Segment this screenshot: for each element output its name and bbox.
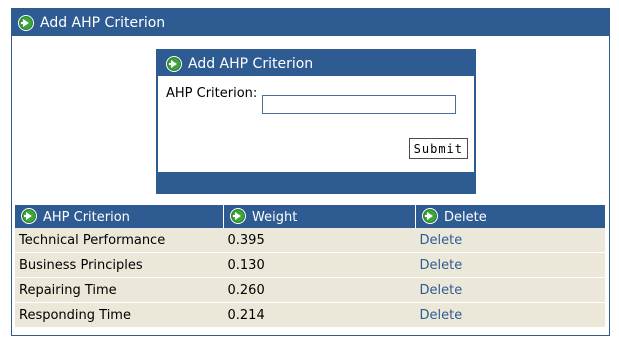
panel-header: Add AHP Criterion bbox=[12, 9, 609, 36]
add-criterion-form: Add AHP Criterion AHP Criterion: Submit bbox=[156, 49, 476, 194]
table-row: Responding Time 0.214 Delete bbox=[15, 302, 605, 328]
delete-link[interactable]: Delete bbox=[420, 308, 463, 323]
green-arrow-icon bbox=[166, 55, 182, 72]
table-row: Technical Performance 0.395 Delete bbox=[15, 228, 605, 253]
table-row: Repairing Time 0.260 Delete bbox=[15, 277, 605, 303]
green-arrow-icon bbox=[422, 208, 438, 224]
submit-button[interactable]: Submit bbox=[408, 138, 468, 159]
criterion-cell: Business Principles bbox=[15, 252, 224, 278]
weight-cell: 0.260 bbox=[223, 277, 416, 303]
column-header-weight: Weight bbox=[223, 205, 416, 228]
table-header-row: AHP Criterion Weight Delete bbox=[15, 205, 605, 228]
criterion-cell: Repairing Time bbox=[15, 277, 224, 303]
weight-cell: 0.214 bbox=[223, 302, 416, 328]
weight-cell: 0.395 bbox=[223, 228, 416, 253]
delete-link[interactable]: Delete bbox=[420, 258, 463, 273]
criterion-input[interactable] bbox=[262, 95, 456, 114]
delete-link[interactable]: Delete bbox=[420, 233, 463, 248]
table-row: Business Principles 0.130 Delete bbox=[15, 252, 605, 278]
criterion-field-row: AHP Criterion: bbox=[166, 86, 456, 114]
panel-title: Add AHP Criterion bbox=[40, 14, 166, 31]
column-header-criterion: AHP Criterion bbox=[15, 205, 224, 228]
form-footer bbox=[158, 172, 474, 192]
form-title: Add AHP Criterion bbox=[188, 55, 314, 72]
green-arrow-icon bbox=[18, 14, 34, 31]
green-arrow-icon bbox=[230, 208, 246, 224]
criterion-cell: Technical Performance bbox=[15, 228, 224, 253]
criterion-cell: Responding Time bbox=[15, 302, 224, 328]
ahp-criterion-panel: Add AHP Criterion Add AHP Criterion AHP … bbox=[11, 8, 610, 336]
criteria-table: AHP Criterion Weight Delete Technical Pe… bbox=[15, 205, 605, 328]
delete-link[interactable]: Delete bbox=[420, 283, 463, 298]
criterion-label: AHP Criterion: bbox=[166, 86, 258, 101]
green-arrow-icon bbox=[21, 208, 37, 224]
form-header: Add AHP Criterion bbox=[158, 51, 474, 76]
weight-cell: 0.130 bbox=[223, 252, 416, 278]
column-header-delete: Delete bbox=[415, 205, 605, 228]
